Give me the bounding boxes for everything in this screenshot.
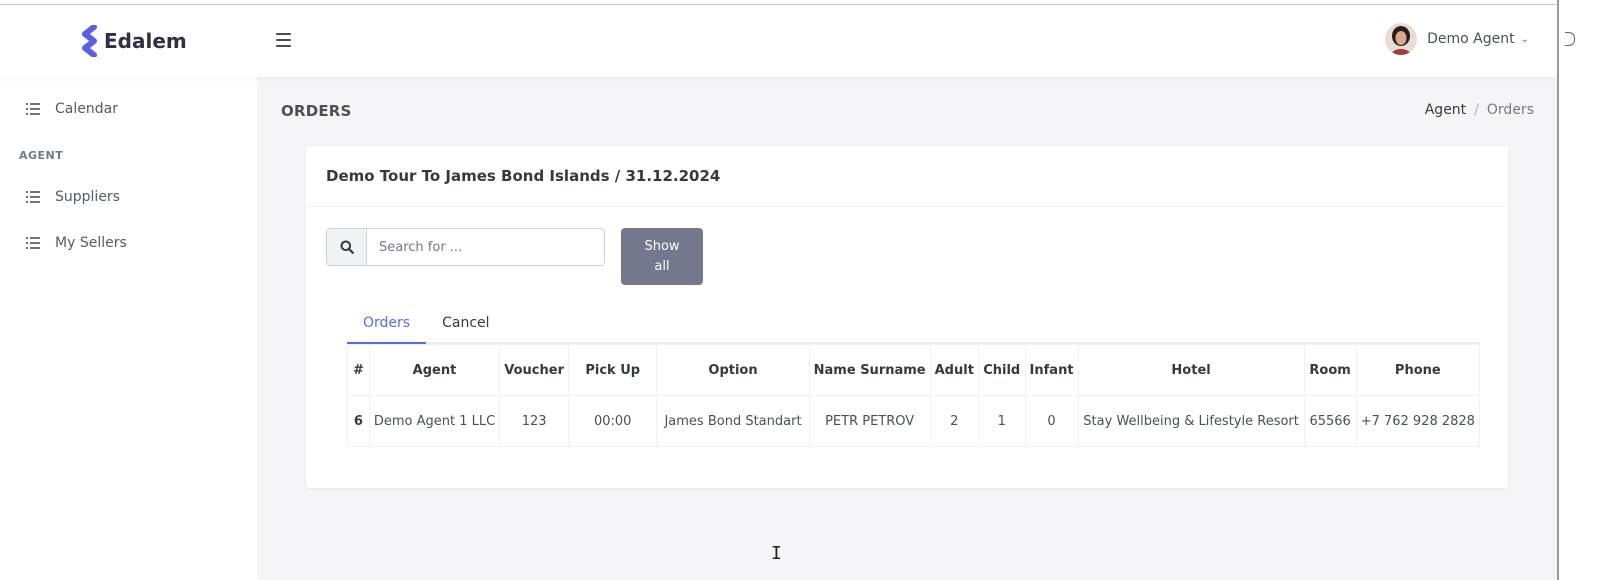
cell-room: 65566 [1303, 395, 1357, 447]
search-button[interactable] [327, 229, 367, 265]
chevron-down-icon: ⌄ [1520, 33, 1529, 45]
column-header-room: Room [1303, 344, 1357, 396]
column-header-hotel: Hotel [1077, 344, 1305, 396]
breadcrumb-agent[interactable]: Agent [1425, 102, 1466, 118]
text-cursor-icon: I [771, 543, 782, 564]
cell-voucher: 123 [499, 395, 570, 447]
list-icon [26, 191, 40, 203]
column-header-infant: Infant [1024, 344, 1079, 396]
tour-title: Demo Tour To James Bond Islands / 31.12.… [326, 167, 721, 185]
card-header: Demo Tour To James Bond Islands / 31.12.… [306, 146, 1508, 207]
cell-child: 1 [977, 395, 1026, 447]
cell-phone: +7 762 928 2828 [1355, 395, 1480, 447]
cell-adult: 2 [929, 395, 979, 447]
sidebar-section-title: AGENT [19, 149, 64, 162]
tab-orders[interactable]: Orders [347, 304, 427, 344]
column-header-number: # [347, 344, 370, 396]
list-icon [26, 237, 40, 249]
brand-name: Edalem [104, 29, 187, 53]
column-header-voucher: Voucher [499, 344, 570, 396]
cell-infant: 0 [1024, 395, 1079, 447]
column-header-adult: Adult [929, 344, 979, 396]
menu-toggle-icon[interactable] [276, 33, 291, 47]
sidebar-item-calendar[interactable]: Calendar [26, 98, 118, 120]
column-header-agent: Agent [368, 344, 501, 396]
column-header-name-surname: Name Surname [808, 344, 931, 396]
tabs: Orders Cancel [347, 304, 1480, 344]
page-title: ORDERS [281, 102, 352, 120]
breadcrumb: Agent / Orders [1425, 102, 1534, 118]
user-name: Demo Agent [1427, 31, 1515, 47]
logo-icon [82, 25, 97, 57]
column-header-pick-up: Pick Up [568, 344, 658, 396]
sidebar: Calendar AGENT Suppliers My Sellers [0, 77, 257, 580]
brand-logo[interactable]: Edalem [80, 25, 187, 57]
user-menu[interactable]: Demo Agent ⌄ [1385, 23, 1529, 55]
sidebar-item-label: Suppliers [55, 189, 120, 205]
search-icon [340, 240, 354, 254]
breadcrumb-orders: Orders [1486, 102, 1534, 118]
column-header-phone: Phone [1355, 344, 1480, 396]
sidebar-item-suppliers[interactable]: Suppliers [26, 186, 120, 208]
sidebar-item-label: My Sellers [55, 235, 127, 251]
window-resize-handle[interactable] [1565, 32, 1575, 46]
cell-pick-up: 00:00 [568, 395, 658, 447]
cell-option: James Bond Standart [656, 395, 810, 447]
avatar [1385, 23, 1418, 55]
orders-table-container[interactable]: # Agent Voucher Pick Up Option Name Surn… [347, 344, 1480, 447]
top-navbar: Edalem Demo Agent ⌄ [0, 5, 1557, 77]
cell-name-surname: PETR PETROV [808, 395, 931, 447]
column-header-option: Option [656, 344, 810, 396]
search-input[interactable] [367, 229, 604, 265]
list-icon [26, 103, 40, 115]
sidebar-item-my-sellers[interactable]: My Sellers [26, 232, 127, 254]
orders-table: # Agent Voucher Pick Up Option Name Surn… [347, 344, 1480, 447]
cell-agent: Demo Agent 1 LLC [368, 395, 501, 447]
orders-card: Demo Tour To James Bond Islands / 31.12.… [306, 146, 1508, 488]
table-header-row: # Agent Voucher Pick Up Option Name Surn… [347, 344, 1480, 396]
tab-cancel[interactable]: Cancel [426, 304, 505, 342]
cell-hotel: Stay Wellbeing & Lifestyle Resort [1077, 395, 1305, 447]
column-header-child: Child [977, 344, 1026, 396]
breadcrumb-separator: / [1474, 102, 1479, 118]
search-group [326, 228, 605, 266]
show-all-button[interactable]: Show all [621, 228, 703, 285]
cell-number: 6 [347, 395, 370, 447]
table-row[interactable]: 6 Demo Agent 1 LLC 123 00:00 James Bond … [347, 395, 1480, 447]
window-right-edge [1557, 0, 1600, 580]
sidebar-item-label: Calendar [55, 101, 118, 117]
